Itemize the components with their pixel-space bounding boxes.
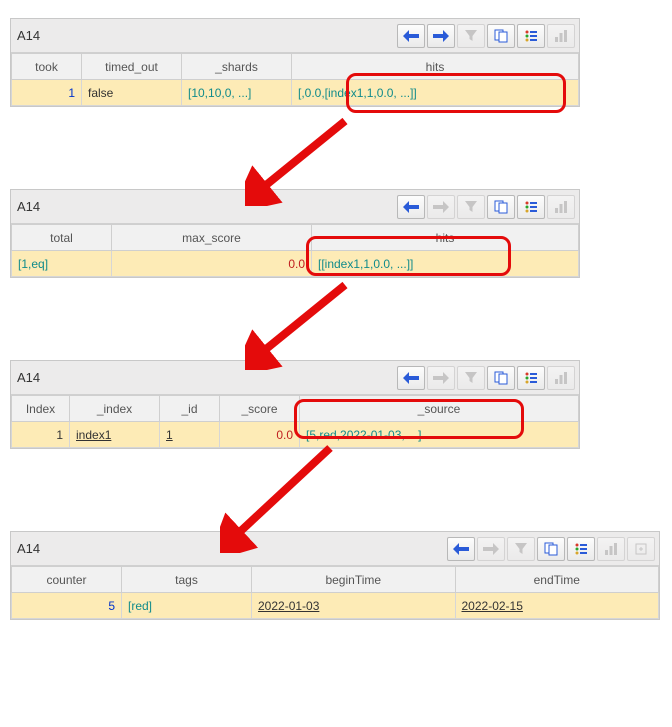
toolbar [397,195,575,219]
stage: A14 took timed_out _shards hits 1 false [10,18,662,620]
list-button[interactable] [517,24,545,48]
col-max-score: max_score [112,225,312,251]
copy-button[interactable] [537,537,565,561]
back-button[interactable] [397,24,425,48]
cell-hits[interactable]: [,0.0,[index1,1,0.0, ...]] [292,80,579,106]
col-_score: _score [220,396,300,422]
col-end-time: endTime [455,567,659,593]
back-button[interactable] [397,366,425,390]
panel-3: A14 Index _index _id _score _source 1 [10,360,580,449]
link-index[interactable]: index1 [76,428,111,442]
col-hits: hits [292,54,579,80]
col-index: Index [12,396,70,422]
table-row[interactable]: 5 [red] 2022-01-03 2022-02-15 [12,593,659,619]
link-id[interactable]: 1 [166,428,173,442]
list-button[interactable] [517,366,545,390]
col-tags: tags [122,567,252,593]
panel-head: A14 [11,19,579,53]
panel-2: A14 total max_score hits [1,eq] 0.0 [[in… [10,189,580,278]
chart-button[interactable] [547,24,575,48]
cell-_index: index1 [70,422,160,448]
filter-button[interactable] [457,366,485,390]
panel-title: A14 [17,28,40,43]
table-row[interactable]: 1 false [10,10,0, ...] [,0.0,[index1,1,0… [12,80,579,106]
col-timed-out: timed_out [82,54,182,80]
panel-title: A14 [17,370,40,385]
col-_index: _index [70,396,160,422]
result-table-3: Index _index _id _score _source 1 index1… [11,395,579,448]
cell-tags: [red] [122,593,252,619]
col-shards: _shards [182,54,292,80]
col-hits: hits [312,225,579,251]
cell-_score: 0.0 [220,422,300,448]
result-table-4: counter tags beginTime endTime 5 [red] 2… [11,566,659,619]
col-begin-time: beginTime [252,567,456,593]
chart-button[interactable] [597,537,625,561]
filter-button[interactable] [507,537,535,561]
result-table-1: took timed_out _shards hits 1 false [10,… [11,53,579,106]
export-button[interactable] [627,537,655,561]
table-row[interactable]: 1 index1 1 0.0 [5,red,2022-01-03, ...] [12,422,579,448]
toolbar [397,366,575,390]
filter-button[interactable] [457,195,485,219]
forward-button[interactable] [427,366,455,390]
forward-button[interactable] [427,195,455,219]
panel-head: A14 [11,361,579,395]
cell-hits[interactable]: [[index1,1,0.0, ...]] [312,251,579,277]
col-counter: counter [12,567,122,593]
panel-1: A14 took timed_out _shards hits 1 false [10,18,580,107]
panel-4: A14 counter tags beginTime endTime 5 [10,531,660,620]
col-took: took [12,54,82,80]
copy-button[interactable] [487,24,515,48]
toolbar [397,24,575,48]
result-table-2: total max_score hits [1,eq] 0.0 [[index1… [11,224,579,277]
spacer [10,119,662,189]
forward-button[interactable] [477,537,505,561]
spacer [10,290,662,360]
cell-max-score: 0.0 [112,251,312,277]
link-begin[interactable]: 2022-01-03 [258,599,319,613]
panel-head: A14 [11,532,659,566]
cell-timed-out: false [82,80,182,106]
panel-title: A14 [17,541,40,556]
copy-button[interactable] [487,195,515,219]
copy-button[interactable] [487,366,515,390]
cell-begin-time: 2022-01-03 [252,593,456,619]
filter-button[interactable] [457,24,485,48]
panel-title: A14 [17,199,40,214]
list-button[interactable] [567,537,595,561]
cell-shards: [10,10,0, ...] [182,80,292,106]
panel-head: A14 [11,190,579,224]
list-button[interactable] [517,195,545,219]
col-_source: _source [300,396,579,422]
cell-end-time: 2022-02-15 [455,593,659,619]
cell-_id: 1 [160,422,220,448]
col-total: total [12,225,112,251]
cell-counter: 5 [12,593,122,619]
back-button[interactable] [397,195,425,219]
cell-total: [1,eq] [12,251,112,277]
chart-button[interactable] [547,366,575,390]
chart-button[interactable] [547,195,575,219]
back-button[interactable] [447,537,475,561]
spacer [10,461,662,531]
link-end[interactable]: 2022-02-15 [462,599,523,613]
cell-index: 1 [12,422,70,448]
forward-button[interactable] [427,24,455,48]
col-_id: _id [160,396,220,422]
cell-_source[interactable]: [5,red,2022-01-03, ...] [300,422,579,448]
toolbar [447,537,655,561]
cell-took: 1 [12,80,82,106]
table-row[interactable]: [1,eq] 0.0 [[index1,1,0.0, ...]] [12,251,579,277]
